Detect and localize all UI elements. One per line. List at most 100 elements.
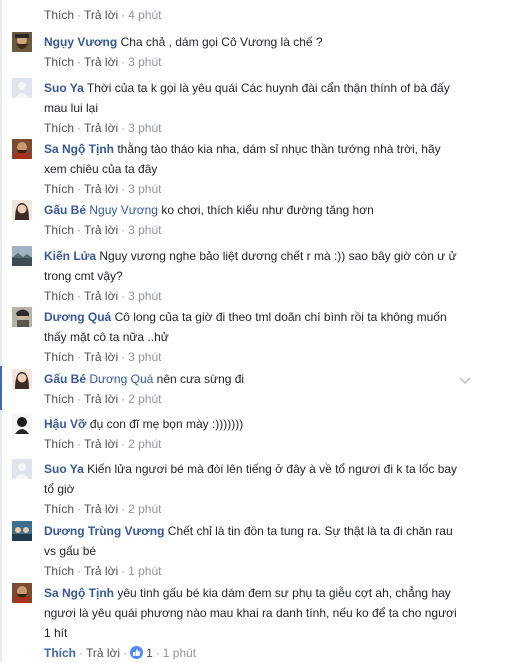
reply-link[interactable]: Trả lời [86, 646, 120, 660]
like-count[interactable]: 1 [130, 646, 153, 660]
meta-separator: · [77, 55, 82, 69]
comment-time[interactable]: 2 phút [128, 502, 161, 516]
commenter-name-link[interactable]: Sa Ngộ Tịnh [44, 586, 114, 600]
like-link[interactable]: Thích [44, 8, 74, 22]
reply-link[interactable]: Trả lời [84, 437, 118, 451]
like-link[interactable]: Thích [44, 392, 74, 406]
comment-options-chevron-icon[interactable] [458, 375, 472, 385]
comment-actions: Thích · Trả lời · 1 · 1 phút [44, 643, 459, 663]
comment-text-block: Suo Ya Thời của ta k gọi là yêu quái Các… [44, 78, 459, 118]
avatar[interactable] [12, 583, 32, 603]
commenter-name-link[interactable]: Hậu Vỡ [44, 417, 87, 431]
comment-time[interactable]: 2 phút [128, 392, 161, 406]
reply-link[interactable]: Trả lời [84, 289, 118, 303]
avatar[interactable] [12, 521, 32, 541]
comment-time[interactable]: 2 phút [128, 437, 161, 451]
comment-text-block: Kiến Lửa Nguy vương nghe bảo liệt dương … [44, 246, 459, 286]
thread-left-border [0, 0, 2, 662]
reply-link[interactable]: Trả lời [84, 223, 118, 237]
like-link[interactable]: Thích [44, 55, 74, 69]
avatar[interactable] [12, 78, 32, 98]
like-link[interactable]: Thích [44, 121, 74, 135]
commenter-name-link[interactable]: Suo Ya [44, 81, 84, 95]
comment-actions: Thích · Trả lời · 1 phút [44, 561, 459, 581]
comment-actions: Thích · Trả lời · 3 phút [44, 220, 459, 240]
avatar[interactable] [12, 307, 32, 327]
reply-link[interactable]: Trả lời [84, 121, 118, 135]
like-count-number: 1 [146, 646, 153, 660]
reply-link[interactable]: Trả lời [84, 55, 118, 69]
avatar[interactable] [12, 200, 32, 220]
avatar[interactable] [12, 246, 32, 266]
meta-separator: · [121, 502, 126, 516]
like-link[interactable]: Thích [44, 437, 74, 451]
comment-time[interactable]: 3 phút [128, 350, 161, 364]
comment-time[interactable]: 1 phút [128, 564, 161, 578]
reply-link[interactable]: Trả lời [84, 502, 118, 516]
comment-text: Kiến lửa ngươi bé mà đòi lên tiếng ở đây… [44, 462, 458, 496]
thumbs-up-icon [130, 646, 144, 659]
meta-separator: · [121, 121, 126, 135]
comment-time[interactable]: 3 phút [128, 182, 161, 196]
comment-time[interactable]: 4 phút [128, 8, 161, 22]
comment-body: Suo Ya Thời của ta k gọi là yêu quái Các… [44, 78, 459, 138]
comment-time[interactable]: 3 phút [128, 55, 161, 69]
like-link[interactable]: Thích [44, 350, 74, 364]
meta-separator: · [79, 646, 83, 660]
like-link[interactable]: Thích [44, 564, 74, 578]
reply-link[interactable]: Trả lời [84, 182, 118, 196]
comment-body: Ngụy Vương Cha chả , dám gọi Cô Vương là… [44, 32, 459, 72]
like-link[interactable]: Thích [44, 502, 74, 516]
meta-separator: · [77, 182, 82, 196]
comment-actions: Thích · Trả lời · 3 phút [44, 347, 459, 367]
commenter-name-link[interactable]: Ngụy Vương [44, 35, 117, 49]
reply-link[interactable]: Trả lời [84, 8, 118, 22]
comment-actions: Thích · Trả lời · 2 phút [44, 389, 459, 409]
commenter-name-link[interactable]: Dương Quá [44, 310, 111, 324]
like-link[interactable]: Thích [44, 223, 74, 237]
avatar[interactable] [12, 369, 32, 389]
comment-text: nên cưa sừng đi [156, 372, 245, 386]
meta-separator: · [121, 289, 126, 303]
meta-separator: · [77, 350, 82, 364]
commenter-name-link[interactable]: Kiến Lửa [44, 249, 96, 263]
reply-link[interactable]: Trả lời [84, 564, 118, 578]
meta-separator: · [77, 8, 82, 22]
meta-separator: · [121, 437, 126, 451]
comment-time[interactable]: 1 phút [163, 646, 196, 660]
like-link[interactable]: Thích [44, 646, 76, 660]
meta-separator: · [121, 223, 126, 237]
comment-text-block: Dương Trùng Vương Chết chỉ là tin đồn ta… [44, 521, 459, 561]
comment-actions: Thích · Trả lời · 3 phút [44, 52, 459, 72]
meta-separator: · [77, 392, 82, 406]
comment-text-block: Dương Quá Cô long của ta giờ đi theo tml… [44, 307, 459, 347]
commenter-name-link[interactable]: Dương Trùng Vương [44, 524, 164, 538]
commenter-name-link[interactable]: Sa Ngộ Tịnh [44, 142, 114, 156]
comment-time[interactable]: 3 phút [128, 289, 161, 303]
comment-body: Dương Trùng Vương Chết chỉ là tin đồn ta… [44, 521, 459, 581]
meta-separator: · [155, 646, 160, 660]
avatar[interactable] [12, 459, 32, 479]
comment-text-block: Ngụy Vương Cha chả , dám gọi Cô Vương là… [44, 32, 459, 52]
reply-link[interactable]: Trả lời [84, 392, 118, 406]
avatar[interactable] [12, 139, 32, 159]
mentioned-user-link[interactable]: Dương Quá [89, 372, 153, 386]
like-link[interactable]: Thích [44, 182, 74, 196]
avatar[interactable] [12, 414, 32, 434]
mentioned-user-link[interactable]: Nguy Vương [89, 203, 158, 217]
commenter-name-link[interactable]: Gấu Bé [44, 372, 86, 386]
comment-body: Gấu Bé Dương Quá nên cưa sừng đi Thích · Tr… [44, 369, 459, 409]
commenter-name-link[interactable]: Gấu Bé [44, 203, 86, 217]
like-link[interactable]: Thích [44, 289, 74, 303]
meta-separator: · [77, 502, 82, 516]
comment-body: Sa Ngộ Tịnh thằng tào tháo kia nha, dám … [44, 139, 459, 199]
reply-link[interactable]: Trả lời [84, 350, 118, 364]
comment-time[interactable]: 3 phút [128, 223, 161, 237]
comment-body: Hậu Vỡ đụ con đĩ mẹ bọn mày :))))))) Thíc… [44, 414, 459, 454]
avatar[interactable] [12, 32, 32, 52]
meta-separator: · [121, 55, 126, 69]
comment-text-block: Hậu Vỡ đụ con đĩ mẹ bọn mày :))))))) [44, 414, 459, 434]
comment-text: đụ con đĩ mẹ bọn mày :))))))) [89, 417, 244, 431]
commenter-name-link[interactable]: Suo Ya [44, 462, 84, 476]
comment-time[interactable]: 3 phút [128, 121, 161, 135]
